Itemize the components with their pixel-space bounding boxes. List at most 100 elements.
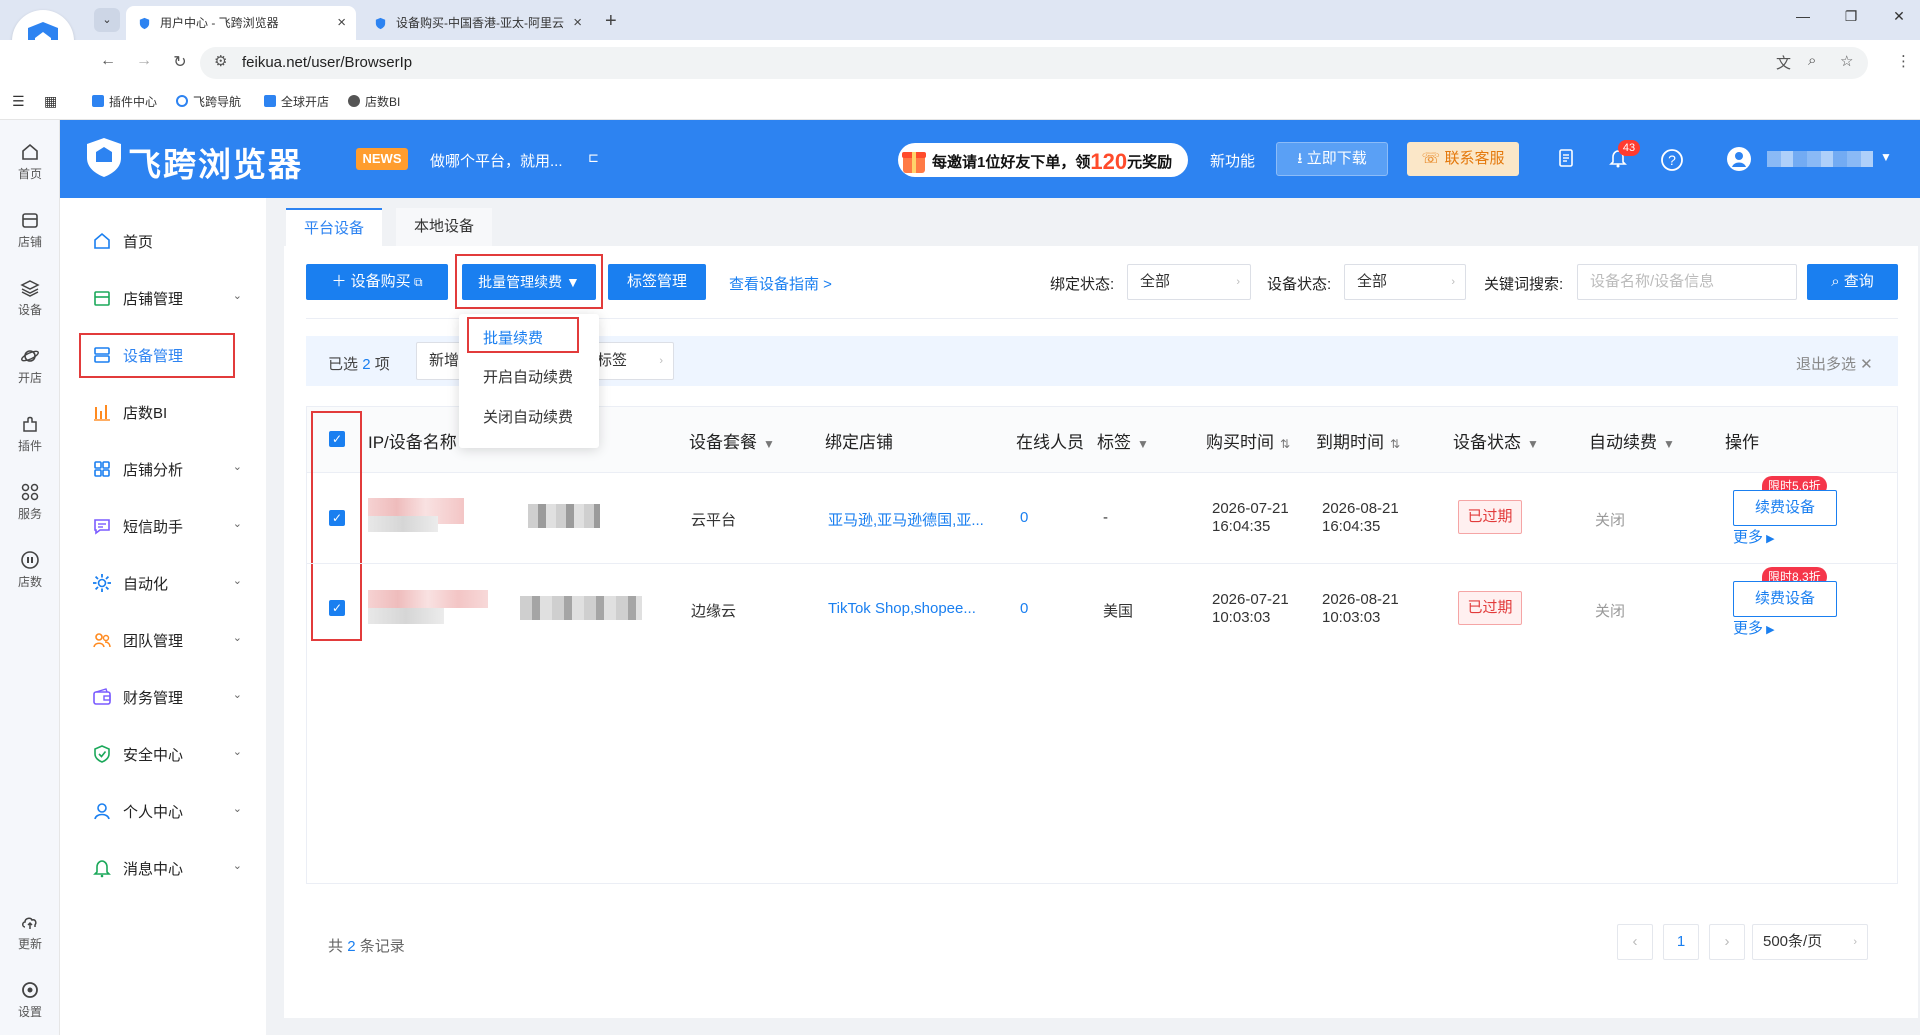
filter-icon[interactable]: ▼ bbox=[1527, 437, 1539, 451]
rail-item-service[interactable]: 服务 bbox=[0, 482, 60, 522]
menu-item-personal-center[interactable]: 个人中心 ⌄ bbox=[92, 799, 242, 823]
rail-item-store[interactable]: 店铺 bbox=[0, 210, 60, 250]
menu-item-sms-assistant[interactable]: 短信助手 ⌄ bbox=[92, 514, 242, 538]
bookmark-global-store[interactable]: 全球开店 bbox=[264, 93, 329, 110]
bookmark-star-icon[interactable]: ☆ bbox=[1840, 52, 1853, 70]
page-number-button[interactable]: 1 bbox=[1663, 924, 1699, 960]
page-size-select[interactable]: 500条/页 › bbox=[1752, 924, 1868, 960]
menu-item-device-management[interactable]: 设备管理 bbox=[92, 343, 242, 367]
shield-icon bbox=[92, 95, 104, 107]
header-auto-renew[interactable]: 自动续费 ▼ bbox=[1589, 428, 1675, 453]
bind-status-select[interactable]: 全部 › bbox=[1127, 264, 1251, 300]
translate-icon[interactable]: 文 bbox=[1776, 52, 1791, 73]
reload-icon[interactable]: ↻ bbox=[168, 52, 192, 72]
menu-item-store-bi[interactable]: 店数BI bbox=[92, 400, 242, 424]
username-blurred[interactable] bbox=[1767, 151, 1873, 167]
rail-item-home[interactable]: 首页 bbox=[0, 142, 60, 182]
rail-item-update[interactable]: 更新 bbox=[0, 912, 60, 952]
minimize-icon[interactable]: — bbox=[1788, 8, 1818, 24]
menu-item-store-management[interactable]: 店铺管理 ⌄ bbox=[92, 286, 242, 310]
sidebar-toggle-icon[interactable]: ☰ bbox=[12, 93, 25, 110]
cell-bound-store[interactable]: 亚马逊,亚马逊德国,亚... bbox=[828, 509, 984, 530]
new-feature-link[interactable]: 新功能 bbox=[1210, 150, 1255, 171]
dropdown-item-disable-auto-renew[interactable]: 关闭自动续费 bbox=[483, 406, 573, 427]
select-all-checkbox[interactable]: ✓ bbox=[329, 431, 345, 447]
close-tab-icon[interactable]: × bbox=[573, 6, 582, 40]
header-device-status[interactable]: 设备状态 ▼ bbox=[1453, 428, 1539, 453]
browser-menu-icon[interactable]: ⋮ bbox=[1896, 52, 1911, 70]
renew-device-button[interactable]: 续费设备 bbox=[1733, 490, 1837, 526]
device-status-select[interactable]: 全部 › bbox=[1344, 264, 1466, 300]
bi-icon bbox=[21, 551, 39, 569]
dropdown-item-enable-auto-renew[interactable]: 开启自动续费 bbox=[483, 366, 573, 387]
rail-item-settings[interactable]: 设置 bbox=[0, 980, 60, 1020]
close-tab-icon[interactable]: × bbox=[337, 6, 346, 40]
row-checkbox[interactable]: ✓ bbox=[329, 600, 345, 616]
forward-icon[interactable]: → bbox=[132, 52, 156, 70]
filter-icon[interactable]: ▼ bbox=[763, 437, 775, 451]
tab-local-devices[interactable]: 本地设备 bbox=[396, 208, 492, 246]
header-package[interactable]: 设备套餐 ▼ bbox=[689, 428, 775, 453]
header-expire-time[interactable]: 到期时间 ⇅ bbox=[1316, 428, 1400, 453]
rail-item-open-store[interactable]: 开店 bbox=[0, 346, 60, 386]
filter-icon[interactable]: ▼ bbox=[1137, 437, 1149, 451]
cell-online-users[interactable]: 0 bbox=[1020, 509, 1028, 526]
filter-icon[interactable]: ▼ bbox=[1663, 437, 1675, 451]
more-actions-link[interactable]: 更多 ▶ bbox=[1733, 617, 1775, 638]
menu-item-automation[interactable]: 自动化 ⌄ bbox=[92, 571, 242, 595]
menu-item-team-management[interactable]: 团队管理 ⌄ bbox=[92, 628, 242, 652]
zoom-icon[interactable]: ⌕ bbox=[1808, 52, 1816, 69]
cell-bound-store[interactable]: TikTok Shop,shopee... bbox=[828, 600, 976, 617]
batch-manage-renew-button[interactable]: 批量管理续费 ▼ bbox=[462, 264, 596, 300]
more-actions-link[interactable]: 更多 ▶ bbox=[1733, 526, 1775, 547]
header-tag[interactable]: 标签 ▼ bbox=[1097, 428, 1149, 453]
rail-item-device[interactable]: 设备 bbox=[0, 278, 60, 318]
avatar-icon[interactable] bbox=[1726, 146, 1752, 172]
exit-multiselect-button[interactable]: 退出多选 ✕ bbox=[1796, 353, 1873, 374]
menu-item-home[interactable]: 首页 bbox=[92, 229, 242, 253]
device-guide-link[interactable]: 查看设备指南 > bbox=[729, 273, 832, 294]
news-link-icon[interactable]: ⊏ bbox=[588, 150, 599, 166]
header-purchase-time[interactable]: 购买时间 ⇅ bbox=[1206, 428, 1290, 453]
menu-item-finance-management[interactable]: 财务管理 ⌄ bbox=[92, 685, 242, 709]
news-text[interactable]: 做哪个平台，就用... bbox=[430, 150, 563, 171]
bookmark-feikua-nav[interactable]: 飞跨导航 bbox=[176, 93, 241, 110]
menu-item-security-center[interactable]: 安全中心 ⌄ bbox=[92, 742, 242, 766]
contact-service-button[interactable]: ☏ 联系客服 bbox=[1407, 142, 1519, 176]
search-button[interactable]: ⌕ 查询 bbox=[1807, 264, 1898, 300]
new-tab-button[interactable]: + bbox=[605, 6, 617, 36]
row-checkbox[interactable]: ✓ bbox=[329, 510, 345, 526]
menu-item-store-analysis[interactable]: 店铺分析 ⌄ bbox=[92, 457, 242, 481]
close-window-icon[interactable]: ✕ bbox=[1884, 8, 1914, 25]
bookmark-store-bi[interactable]: 店数BI bbox=[348, 93, 400, 110]
tab-search-dropdown[interactable]: ⌄ bbox=[94, 8, 120, 32]
apps-grid-icon[interactable]: ▦ bbox=[44, 93, 57, 110]
sort-icon[interactable]: ⇅ bbox=[1280, 437, 1290, 451]
rail-item-plugin[interactable]: 插件 bbox=[0, 414, 60, 454]
help-icon[interactable]: ? bbox=[1660, 148, 1684, 172]
sort-icon[interactable]: ⇅ bbox=[1390, 437, 1400, 451]
news-tag: NEWS bbox=[356, 148, 408, 170]
restore-icon[interactable]: ❐ bbox=[1836, 8, 1866, 25]
tab-platform-devices[interactable]: 平台设备 bbox=[286, 208, 382, 246]
address-bar[interactable] bbox=[200, 47, 1868, 79]
buy-device-button[interactable]: ＋ 设备购买 ⧉ bbox=[306, 264, 448, 300]
document-icon[interactable] bbox=[1556, 148, 1576, 168]
rail-item-bi[interactable]: 店数 bbox=[0, 550, 60, 590]
site-info-icon[interactable]: ⚙ bbox=[214, 52, 227, 70]
tag-management-button[interactable]: 标签管理 bbox=[608, 264, 706, 300]
browser-tab-user-center[interactable]: 用户中心 - 飞跨浏览器 × bbox=[126, 6, 356, 40]
browser-tab-device-buy[interactable]: 设备购买-中国香港-亚太-阿里云 × bbox=[362, 6, 592, 40]
download-button[interactable]: ⭳ 立即下载 bbox=[1276, 142, 1388, 176]
keyword-search-input[interactable]: 设备名称/设备信息 bbox=[1577, 264, 1797, 300]
renew-device-button[interactable]: 续费设备 bbox=[1733, 581, 1837, 617]
back-icon[interactable]: ← bbox=[96, 52, 120, 70]
next-page-button[interactable]: › bbox=[1709, 924, 1745, 960]
user-menu-caret-icon[interactable]: ▼ bbox=[1880, 150, 1892, 164]
prev-page-button[interactable]: ‹ bbox=[1617, 924, 1653, 960]
dropdown-item-batch-renew[interactable]: 批量续费 bbox=[483, 327, 543, 348]
menu-item-message-center[interactable]: 消息中心 ⌄ bbox=[92, 856, 242, 880]
bookmark-plugin-center[interactable]: 插件中心 bbox=[92, 93, 157, 110]
cell-online-users[interactable]: 0 bbox=[1020, 600, 1028, 617]
url-text[interactable]: feikua.net/user/BrowserIp bbox=[242, 54, 412, 71]
